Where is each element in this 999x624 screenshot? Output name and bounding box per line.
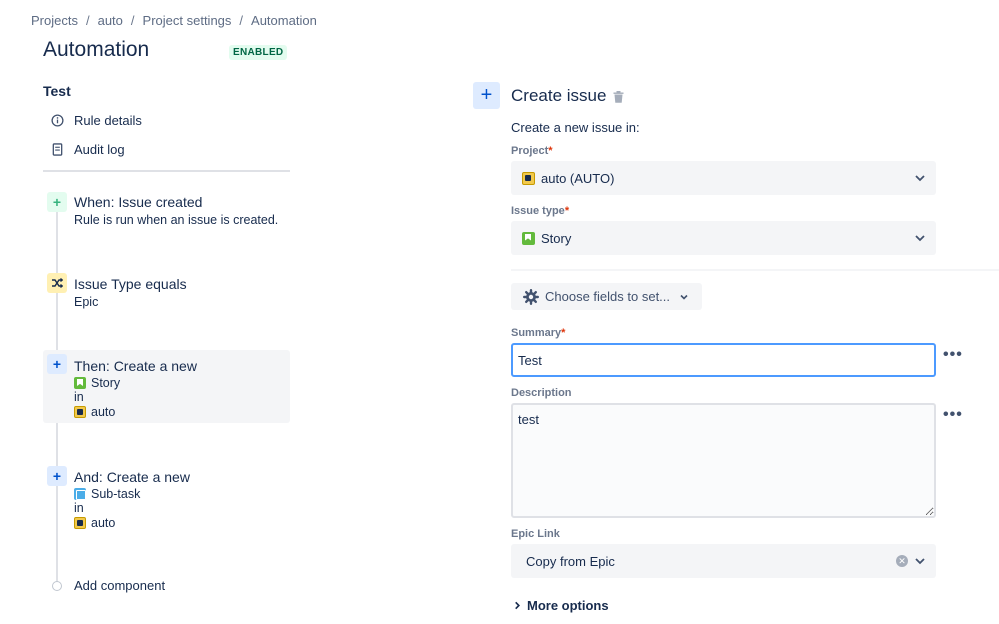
required-mark: * bbox=[564, 205, 570, 217]
component-action-create-story[interactable]: + Then: Create a new Story in auto bbox=[43, 350, 290, 423]
component-action-create-subtask[interactable]: + And: Create a new Sub-task in auto bbox=[43, 466, 290, 532]
panel-title: Create issue bbox=[511, 86, 607, 105]
plus-icon: + bbox=[47, 466, 67, 486]
add-component-button[interactable]: Add component bbox=[52, 578, 165, 593]
breadcrumb: Projects / auto / Project settings / Aut… bbox=[31, 13, 317, 28]
add-dot-icon bbox=[52, 580, 62, 591]
trash-icon[interactable] bbox=[613, 90, 624, 103]
document-icon bbox=[50, 143, 64, 157]
breadcrumb-automation[interactable]: Automation bbox=[251, 13, 317, 28]
epic-link-field-label: Epic Link bbox=[511, 528, 560, 540]
rule-details-label: Rule details bbox=[74, 113, 142, 128]
clear-icon[interactable]: ✕ bbox=[896, 555, 908, 567]
plus-icon: + bbox=[47, 192, 67, 212]
field-label-text: Issue type bbox=[511, 205, 565, 217]
project-label: auto bbox=[91, 516, 116, 530]
shuffle-icon bbox=[47, 273, 67, 293]
info-icon bbox=[50, 114, 64, 128]
project-select-value: auto (AUTO) bbox=[541, 170, 615, 186]
panel-subtitle: Create a new issue in: bbox=[511, 120, 640, 135]
summary-field-label: Summary* bbox=[511, 327, 565, 339]
component-title: And: Create a new bbox=[74, 469, 190, 485]
issue-type-label: Story bbox=[91, 376, 121, 390]
more-options-toggle[interactable]: More options bbox=[513, 598, 609, 613]
project-label: auto bbox=[91, 405, 116, 419]
epic-link-select-value: Copy from Epic bbox=[526, 553, 615, 569]
field-label-text: Summary bbox=[511, 327, 562, 339]
choose-fields-button[interactable]: Choose fields to set... bbox=[511, 283, 702, 310]
add-component-label: Add component bbox=[74, 578, 166, 593]
project-field-label: Project* bbox=[511, 145, 553, 157]
component-in-label: in bbox=[74, 390, 84, 404]
required-mark: * bbox=[548, 145, 553, 157]
plus-icon: + bbox=[473, 82, 500, 109]
audit-log-label: Audit log bbox=[74, 142, 125, 157]
breadcrumb-project[interactable]: auto bbox=[98, 13, 123, 28]
page-title: Automation bbox=[43, 38, 150, 61]
breadcrumb-separator: / bbox=[130, 13, 135, 28]
status-badge: ENABLED bbox=[229, 45, 288, 60]
component-in-label: in bbox=[74, 501, 84, 515]
story-icon bbox=[522, 231, 535, 245]
project-select[interactable]: auto (AUTO) bbox=[511, 161, 936, 195]
issue-type-select[interactable]: Story bbox=[511, 221, 936, 255]
more-options-label: More options bbox=[527, 598, 609, 613]
component-issue-type: Sub-task bbox=[74, 487, 140, 501]
divider bbox=[43, 170, 290, 172]
audit-log-link[interactable]: Audit log bbox=[50, 142, 125, 157]
epic-link-select[interactable]: Copy from Epic ✕ bbox=[511, 544, 936, 578]
story-icon bbox=[74, 377, 86, 389]
rule-name: Test bbox=[43, 83, 71, 99]
component-condition[interactable]: Issue Type equals Epic bbox=[43, 273, 290, 313]
component-trigger[interactable]: + When: Issue created Rule is run when a… bbox=[43, 191, 290, 237]
required-mark: * bbox=[561, 327, 566, 339]
breadcrumb-projects[interactable]: Projects bbox=[31, 13, 78, 28]
chevron-down-icon bbox=[915, 235, 925, 242]
issue-type-field-label: Issue type* bbox=[511, 205, 569, 217]
rule-details-link[interactable]: Rule details bbox=[50, 113, 142, 128]
component-project: auto bbox=[74, 405, 115, 419]
chevron-down-icon bbox=[915, 175, 925, 182]
project-avatar-icon bbox=[74, 406, 86, 418]
chevron-down-icon bbox=[915, 558, 925, 565]
chevron-down-icon bbox=[680, 294, 688, 300]
gear-icon bbox=[523, 288, 539, 305]
breadcrumb-separator: / bbox=[239, 13, 244, 28]
field-label-text: Project bbox=[511, 145, 549, 157]
project-avatar-icon bbox=[522, 171, 535, 185]
component-description: Epic bbox=[74, 295, 99, 309]
component-issue-type: Story bbox=[74, 376, 120, 390]
component-title: When: Issue created bbox=[74, 194, 203, 210]
component-project: auto bbox=[74, 516, 115, 530]
choose-fields-label: Choose fields to set... bbox=[545, 289, 671, 304]
plus-icon: + bbox=[47, 354, 67, 374]
summary-input[interactable] bbox=[511, 343, 936, 377]
component-description: Rule is run when an issue is created. bbox=[74, 213, 279, 227]
description-more-icon[interactable]: ••• bbox=[943, 406, 963, 424]
summary-more-icon[interactable]: ••• bbox=[943, 346, 963, 364]
description-field-label: Description bbox=[511, 387, 572, 399]
issue-type-select-value: Story bbox=[541, 230, 572, 246]
component-title: Issue Type equals bbox=[74, 276, 187, 292]
component-title: Then: Create a new bbox=[74, 358, 197, 374]
issue-type-label: Sub-task bbox=[91, 487, 141, 501]
section-divider bbox=[511, 269, 999, 271]
breadcrumb-separator: / bbox=[85, 13, 90, 28]
description-input[interactable]: test bbox=[511, 403, 936, 518]
breadcrumb-project-settings[interactable]: Project settings bbox=[143, 13, 232, 28]
subtask-icon bbox=[74, 488, 86, 500]
project-avatar-icon bbox=[74, 517, 86, 529]
chevron-right-icon bbox=[515, 601, 520, 610]
